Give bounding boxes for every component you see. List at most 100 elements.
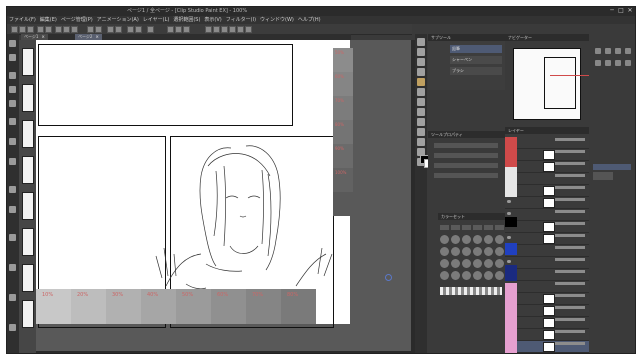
mask-icon[interactable]	[175, 26, 182, 33]
layer-row[interactable]	[505, 329, 589, 341]
menu-page[interactable]: ページ管理(P)	[61, 16, 93, 24]
panel-tab[interactable]	[593, 164, 631, 170]
panel-btn-icon[interactable]	[615, 48, 621, 54]
menu-edit[interactable]: 編集(E)	[40, 16, 57, 24]
zoom-icon[interactable]	[127, 26, 134, 33]
color-swatch-cell[interactable]	[440, 225, 449, 230]
open-icon[interactable]	[19, 26, 26, 33]
page-thumbnail[interactable]	[22, 156, 34, 184]
layer-row[interactable]	[505, 305, 589, 317]
color-swatch-cell[interactable]	[440, 271, 449, 280]
operation-tool-icon[interactable]	[417, 58, 425, 66]
page-thumbnail[interactable]	[22, 264, 34, 292]
page-thumbnail[interactable]	[22, 228, 34, 256]
color-swatch-cell[interactable]	[473, 225, 482, 230]
panel-btn-icon[interactable]	[595, 48, 601, 54]
density-slider[interactable]	[434, 163, 498, 168]
color-swatch-cell[interactable]	[440, 235, 449, 244]
clear-icon[interactable]	[55, 26, 62, 33]
ruler-icon[interactable]	[95, 26, 102, 33]
flip-icon[interactable]	[147, 26, 154, 33]
page-tool-icon[interactable]	[9, 234, 16, 241]
color-swatch-cell[interactable]	[462, 225, 471, 230]
layer-row[interactable]	[505, 281, 589, 293]
fit-icon[interactable]	[115, 26, 122, 33]
maximize-icon[interactable]: □	[618, 8, 624, 14]
menu-selection[interactable]: 選択範囲(S)	[173, 16, 200, 24]
pen-tool-icon[interactable]	[417, 88, 425, 96]
close-icon[interactable]: ✕	[627, 8, 633, 14]
layer-row[interactable]	[505, 173, 589, 185]
deselect-icon[interactable]	[71, 26, 78, 33]
tool-b-icon[interactable]	[213, 26, 220, 33]
layer-row[interactable]	[505, 269, 589, 281]
color-swatch-cell[interactable]	[451, 247, 460, 256]
page-thumbnail[interactable]	[22, 300, 34, 328]
rotate-icon[interactable]	[135, 26, 142, 33]
panel-btn-icon[interactable]	[615, 60, 621, 66]
panel-btn-icon[interactable]	[625, 48, 631, 54]
size-slider[interactable]	[434, 143, 498, 148]
color-swatch-cell[interactable]	[473, 247, 482, 256]
redo-icon[interactable]	[45, 26, 52, 33]
layer-row[interactable]	[505, 185, 589, 197]
zoom-tool-icon[interactable]	[417, 38, 425, 46]
fill-tool-icon[interactable]	[417, 138, 425, 146]
page-thumbnail[interactable]	[22, 84, 34, 112]
color-swatch-cell[interactable]	[473, 271, 482, 280]
color-swatch-cell[interactable]	[495, 235, 504, 244]
subtool-item[interactable]: シャーペン	[450, 56, 502, 64]
menu-view[interactable]: 表示(V)	[204, 16, 221, 24]
page-tool-icon[interactable]	[9, 206, 16, 213]
layer-row[interactable]	[505, 317, 589, 329]
comic-panel-top[interactable]	[38, 44, 293, 126]
page-tool-icon[interactable]	[9, 100, 16, 107]
page-tool-icon[interactable]	[9, 264, 16, 271]
color-swatch-cell[interactable]	[495, 271, 504, 280]
color-swatch-cell[interactable]	[473, 235, 482, 244]
manga-page[interactable]: 10% 20% 30% 40% 50% 60% 70% 80% 50% 60% …	[36, 40, 353, 328]
tab-close-icon[interactable]: ×	[41, 34, 44, 39]
airbrush-tool-icon[interactable]	[417, 118, 425, 126]
menu-filter[interactable]: フィルター(I)	[226, 16, 256, 24]
page-thumbnail[interactable]	[22, 120, 34, 148]
color-swatch-cell[interactable]	[451, 235, 460, 244]
layer-row[interactable]	[505, 209, 589, 221]
tool-d-icon[interactable]	[229, 26, 236, 33]
menu-window[interactable]: ウィンドウ(W)	[260, 16, 294, 24]
minimize-icon[interactable]: ─	[609, 8, 615, 14]
horizontal-scrollbar[interactable]	[36, 351, 415, 353]
page-tool-icon[interactable]	[9, 324, 16, 331]
layer-row[interactable]	[505, 257, 589, 269]
color-swatch-cell[interactable]	[473, 259, 482, 268]
page-tool-icon[interactable]	[9, 86, 16, 93]
navigator-preview[interactable]	[513, 48, 590, 120]
subtool-item[interactable]: 鉛筆	[450, 45, 502, 53]
color-swatch-cell[interactable]	[462, 271, 471, 280]
color-swatch-cell[interactable]	[462, 235, 471, 244]
panel-field[interactable]	[593, 172, 613, 180]
color-swatch-cell[interactable]	[451, 259, 460, 268]
opacity-slider[interactable]	[434, 153, 498, 158]
page-tool-icon[interactable]	[9, 186, 16, 193]
page-tool-icon[interactable]	[9, 40, 16, 47]
undo-icon[interactable]	[37, 26, 44, 33]
page-thumbnail[interactable]	[22, 48, 34, 76]
color-swatch-cell[interactable]	[451, 271, 460, 280]
layer-row[interactable]	[505, 161, 589, 173]
save-icon[interactable]	[27, 26, 34, 33]
tool-e-icon[interactable]	[237, 26, 244, 33]
layer-row[interactable]	[505, 245, 589, 257]
layer-row[interactable]	[505, 221, 589, 233]
color-swatch-cell[interactable]	[495, 247, 504, 256]
page-tool-icon[interactable]	[9, 158, 16, 165]
tool-f-icon[interactable]	[245, 26, 252, 33]
tab-close-icon[interactable]: ×	[95, 34, 98, 39]
panel-btn-icon[interactable]	[625, 60, 631, 66]
color-swatch-cell[interactable]	[440, 259, 449, 268]
color-swatch-cell[interactable]	[484, 247, 493, 256]
menu-layer[interactable]: レイヤー(L)	[143, 16, 170, 24]
page-tool-icon[interactable]	[9, 138, 16, 145]
color-swatch-cell[interactable]	[484, 235, 493, 244]
new-file-icon[interactable]	[11, 26, 18, 33]
